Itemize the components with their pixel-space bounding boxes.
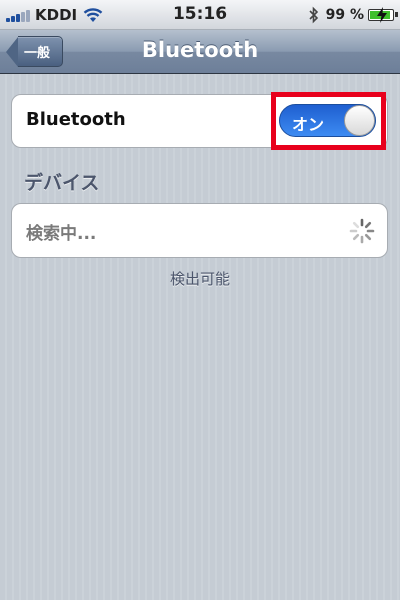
navigation-bar: 一般 Bluetooth <box>0 30 400 74</box>
toggle-knob <box>344 105 375 136</box>
bluetooth-toggle[interactable]: オン <box>279 104 376 137</box>
bluetooth-icon <box>309 6 318 24</box>
status-right: 99 % <box>308 5 398 25</box>
devices-cell: 検索中... <box>11 203 388 258</box>
battery-percent: 99 % <box>325 7 364 23</box>
battery-charging-icon <box>368 7 398 23</box>
status-bar: KDDI 15:16 99 % <box>0 0 400 30</box>
spinner-icon <box>349 218 375 244</box>
bluetooth-label: Bluetooth <box>26 109 126 130</box>
searching-label: 検索中... <box>26 224 97 244</box>
discoverable-status: 検出可能 <box>169 270 230 288</box>
toggle-on-label: オン <box>292 115 325 134</box>
page-title: Bluetooth <box>141 38 259 62</box>
devices-section-header: デバイス <box>24 172 100 194</box>
